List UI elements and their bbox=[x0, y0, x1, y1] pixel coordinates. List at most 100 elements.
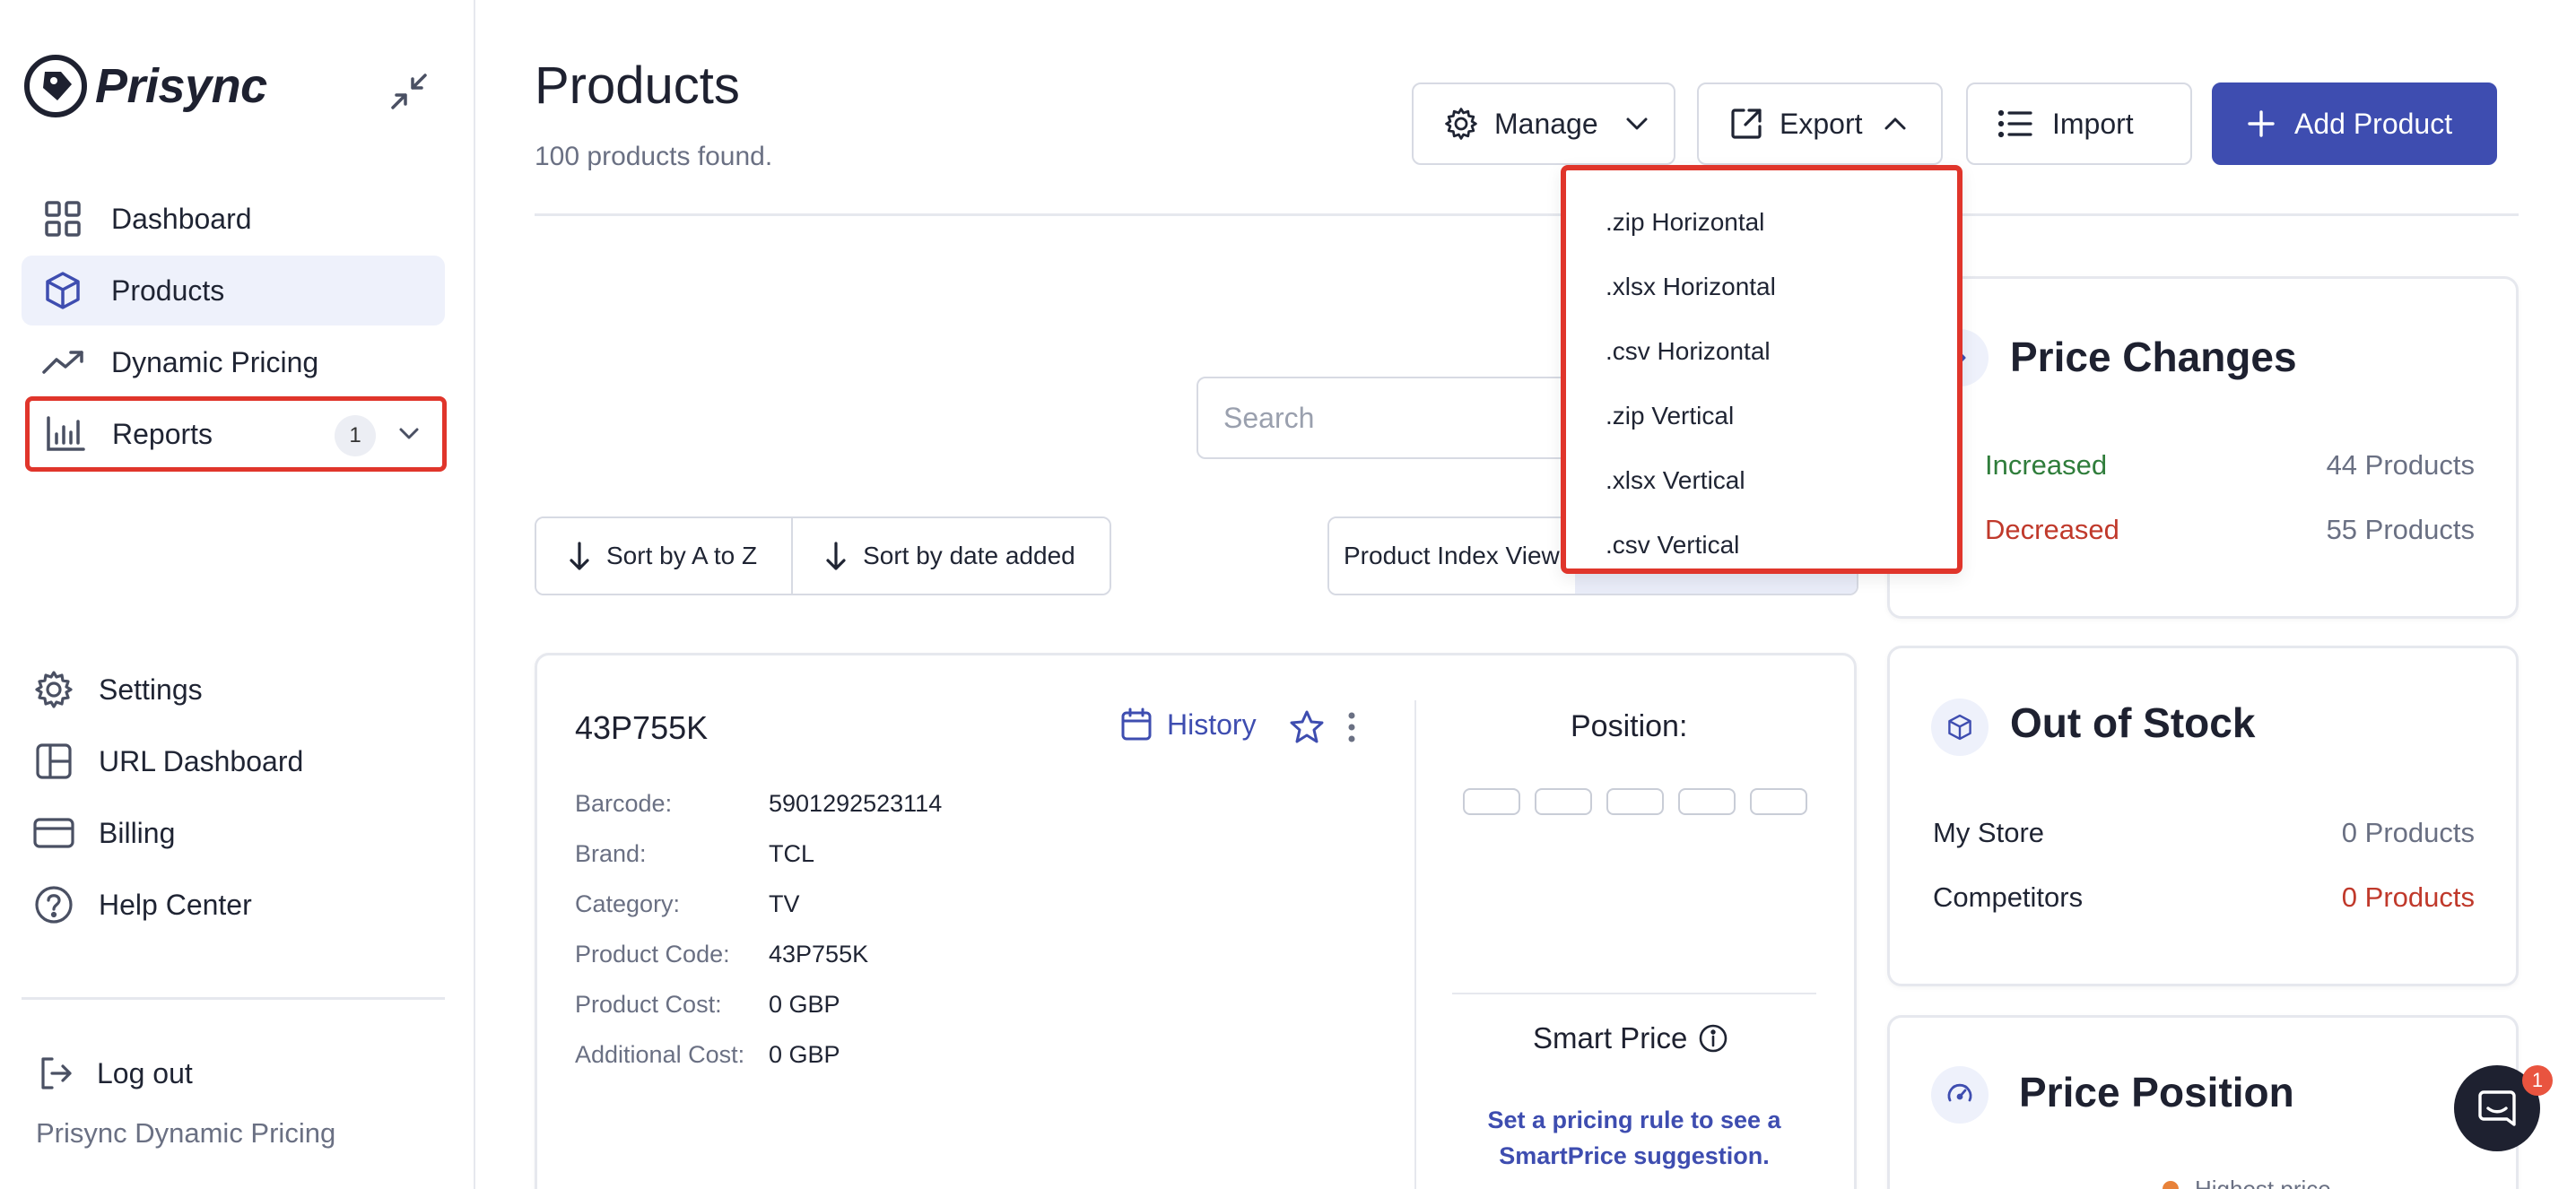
chat-icon bbox=[2478, 1090, 2516, 1126]
my-store-value[interactable]: 0 Products bbox=[2342, 817, 2475, 849]
decreased-value[interactable]: 55 Products bbox=[2327, 514, 2475, 546]
grid-icon bbox=[41, 197, 84, 240]
sidebar-item-url-dashboard[interactable]: URL Dashboard bbox=[22, 726, 445, 796]
sidebar-item-products[interactable]: Products bbox=[22, 256, 445, 325]
sort-a-to-z-label: Sort by A to Z bbox=[606, 542, 758, 569]
attribute-value: TCL bbox=[769, 840, 815, 867]
export-label: Export bbox=[1780, 107, 1863, 140]
attribute-row-barcode: Barcode: 5901292523114 bbox=[575, 790, 942, 818]
credit-card-icon bbox=[32, 811, 75, 855]
position-slot bbox=[1535, 788, 1592, 815]
attribute-value: 0 GBP bbox=[769, 1041, 840, 1068]
sidebar-item-label: Billing bbox=[99, 816, 176, 849]
sidebar-item-label: Products bbox=[111, 273, 225, 307]
price-position-title: Price Position bbox=[2019, 1069, 2294, 1115]
increased-label: Increased bbox=[1985, 449, 2108, 481]
competitors-value[interactable]: 0 Products bbox=[2342, 881, 2475, 914]
cube-icon bbox=[1931, 699, 1989, 756]
export-csv-vertical[interactable]: .csv Vertical bbox=[1566, 515, 1957, 579]
logout-label: Log out bbox=[97, 1056, 193, 1089]
manage-button[interactable]: Manage bbox=[1412, 82, 1675, 165]
export-zip-horizontal[interactable]: .zip Horizontal bbox=[1566, 192, 1957, 256]
arrow-down-icon bbox=[826, 542, 846, 570]
attribute-row-additional-cost: Additional Cost: 0 GBP bbox=[575, 1041, 840, 1069]
sort-button-group: Sort by A to Z Sort by date added bbox=[535, 516, 1111, 595]
brand-logo[interactable]: Prisync bbox=[22, 52, 267, 120]
list-icon bbox=[1998, 109, 2032, 138]
position-indicator bbox=[1463, 788, 1807, 815]
position-title: Position: bbox=[1571, 709, 1688, 743]
add-product-button[interactable]: Add Product bbox=[2212, 82, 2497, 165]
info-icon[interactable] bbox=[1698, 1023, 1728, 1054]
smart-price-title: Smart Price bbox=[1533, 1021, 1728, 1055]
export-xlsx-vertical[interactable]: .xlsx Vertical bbox=[1566, 450, 1957, 515]
arrow-down-icon bbox=[570, 542, 589, 570]
sidebar-item-label: Reports bbox=[112, 417, 213, 450]
search-input[interactable]: Search bbox=[1197, 377, 1600, 459]
smart-price-label: Smart Price bbox=[1533, 1021, 1688, 1054]
sidebar-item-billing[interactable]: Billing bbox=[22, 798, 445, 868]
attribute-row-category: Category: TV bbox=[575, 890, 800, 918]
sidebar-item-settings[interactable]: Settings bbox=[22, 655, 445, 725]
attribute-row-brand: Brand: TCL bbox=[575, 840, 814, 868]
brand-name: Prisync bbox=[95, 59, 267, 113]
out-of-stock-title: Out of Stock bbox=[2010, 699, 2256, 746]
gauge-icon bbox=[1931, 1066, 1989, 1124]
help-circle-icon bbox=[32, 883, 75, 926]
bar-chart-icon bbox=[44, 412, 87, 456]
sort-by-date-button[interactable]: Sort by date added bbox=[791, 518, 1110, 594]
header-divider bbox=[535, 213, 2519, 216]
sort-a-to-z-button[interactable]: Sort by A to Z bbox=[536, 518, 792, 594]
logout-button[interactable]: Log out bbox=[22, 1038, 445, 1108]
attribute-key: Product Cost: bbox=[575, 991, 722, 1018]
chevron-down-icon bbox=[1626, 117, 1648, 130]
increased-value[interactable]: 44 Products bbox=[2327, 449, 2475, 482]
logout-icon bbox=[34, 1052, 77, 1095]
legend-dot-highest bbox=[2163, 1181, 2179, 1189]
attribute-value: 5901292523114 bbox=[769, 790, 943, 817]
attribute-key: Barcode: bbox=[575, 790, 673, 817]
sort-by-date-label: Sort by date added bbox=[863, 542, 1075, 569]
history-label: History bbox=[1167, 707, 1257, 741]
chat-unread-badge: 1 bbox=[2522, 1065, 2553, 1096]
decreased-label: Decreased bbox=[1985, 514, 2119, 545]
price-position-panel: Price Position Highest price bbox=[1887, 1015, 2519, 1189]
export-zip-vertical[interactable]: .zip Vertical bbox=[1566, 386, 1957, 450]
my-store-label: My Store bbox=[1933, 817, 2045, 848]
smart-price-note[interactable]: Set a pricing rule to see a SmartPrice s… bbox=[1452, 1102, 1816, 1174]
cube-icon bbox=[41, 269, 84, 312]
plus-icon bbox=[2248, 110, 2275, 137]
manage-label: Manage bbox=[1494, 107, 1598, 140]
attribute-row-product-code: Product Code: 43P755K bbox=[575, 941, 868, 968]
product-index-view-button[interactable]: Product Index View bbox=[1329, 518, 1576, 594]
price-tag-logo-icon bbox=[24, 55, 87, 117]
sidebar-item-dynamic-pricing[interactable]: Dynamic Pricing bbox=[22, 327, 445, 397]
gear-icon bbox=[1445, 108, 1477, 140]
collapse-sidebar-button[interactable] bbox=[384, 66, 434, 117]
position-slot bbox=[1750, 788, 1807, 815]
legend-label-highest: Highest price bbox=[2195, 1176, 2331, 1189]
attribute-value: TV bbox=[769, 890, 800, 917]
add-product-label: Add Product bbox=[2294, 107, 2453, 140]
layout-icon bbox=[32, 740, 75, 783]
sidebar: Prisync Dashboard Products Dynamic Prici… bbox=[0, 0, 475, 1189]
sidebar-item-help-center[interactable]: Help Center bbox=[22, 870, 445, 940]
external-link-icon bbox=[1731, 108, 1762, 139]
import-button[interactable]: Import bbox=[1966, 82, 2192, 165]
price-changes-title: Price Changes bbox=[2010, 334, 2297, 380]
sidebar-item-label: Dashboard bbox=[111, 202, 252, 235]
attribute-key: Brand: bbox=[575, 840, 647, 867]
sidebar-item-dashboard[interactable]: Dashboard bbox=[22, 184, 445, 254]
export-dropdown-menu: .zip Horizontal .xlsx Horizontal .csv Ho… bbox=[1561, 165, 1962, 574]
sidebar-item-reports[interactable]: Reports 1 bbox=[25, 396, 447, 472]
export-button[interactable]: Export bbox=[1697, 82, 1943, 165]
attribute-row-product-cost: Product Cost: 0 GBP bbox=[575, 991, 840, 1019]
collapse-arrows-icon bbox=[391, 74, 427, 109]
more-options-icon[interactable] bbox=[1346, 711, 1357, 743]
position-slot bbox=[1606, 788, 1664, 815]
star-icon[interactable] bbox=[1289, 709, 1325, 745]
export-xlsx-horizontal[interactable]: .xlsx Horizontal bbox=[1566, 256, 1957, 321]
history-button[interactable]: History bbox=[1120, 707, 1257, 742]
chevron-down-icon[interactable] bbox=[396, 413, 422, 459]
export-csv-horizontal[interactable]: .csv Horizontal bbox=[1566, 321, 1957, 386]
